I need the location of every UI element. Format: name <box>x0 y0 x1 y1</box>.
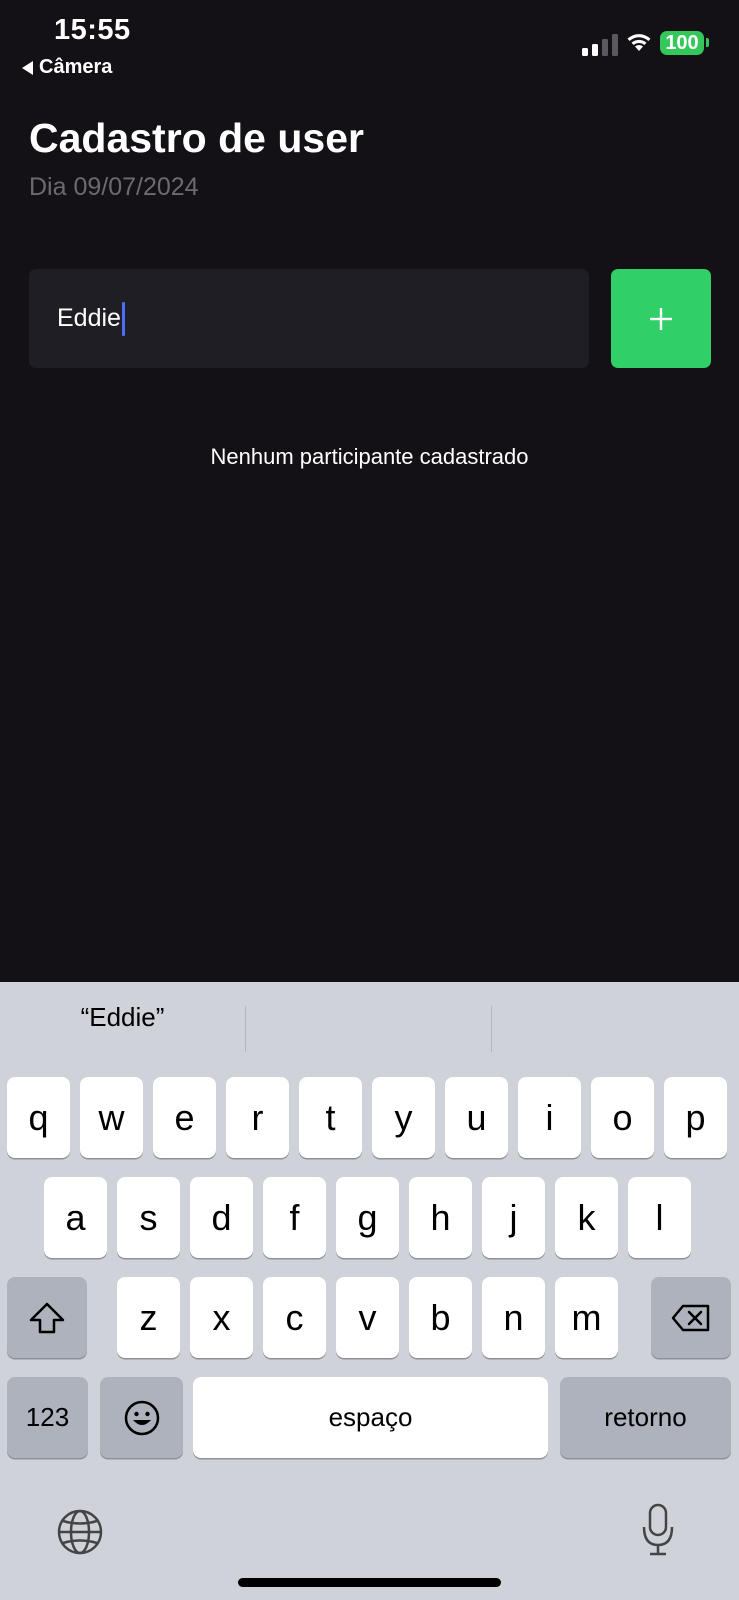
back-to-camera-link[interactable]: Câmera <box>22 56 112 79</box>
space-key[interactable]: espaço <box>193 1377 548 1458</box>
key-k[interactable]: k <box>555 1177 618 1258</box>
key-u[interactable]: u <box>445 1077 508 1158</box>
key-h[interactable]: h <box>409 1177 472 1258</box>
backspace-key[interactable] <box>651 1277 731 1358</box>
add-participant-button[interactable] <box>611 269 711 368</box>
return-key[interactable]: retorno <box>560 1377 731 1458</box>
key-g[interactable]: g <box>336 1177 399 1258</box>
shift-icon <box>29 1302 65 1333</box>
back-label: Câmera <box>39 56 113 78</box>
back-arrow-icon <box>22 60 33 75</box>
key-c[interactable]: c <box>263 1277 326 1358</box>
battery-indicator: 100 <box>660 31 704 55</box>
participant-name-input[interactable]: Eddie <box>29 269 589 368</box>
key-a[interactable]: a <box>44 1177 107 1258</box>
home-indicator[interactable] <box>238 1578 501 1587</box>
battery-level: 100 <box>665 31 699 54</box>
key-y[interactable]: y <box>372 1077 435 1158</box>
key-s[interactable]: s <box>117 1177 180 1258</box>
key-l[interactable]: l <box>628 1177 691 1258</box>
wifi-icon <box>627 34 651 51</box>
key-p[interactable]: p <box>664 1077 727 1158</box>
text-cursor <box>121 301 125 336</box>
numbers-key[interactable]: 123 <box>7 1377 88 1458</box>
key-f[interactable]: f <box>263 1177 326 1258</box>
status-time: 15:55 <box>54 14 131 46</box>
predictive-bar: “Eddie” <box>0 982 739 1052</box>
key-q[interactable]: q <box>7 1077 70 1158</box>
key-r[interactable]: r <box>226 1077 289 1158</box>
key-n[interactable]: n <box>482 1277 545 1358</box>
key-d[interactable]: d <box>190 1177 253 1258</box>
emoji-icon <box>124 1400 159 1435</box>
plus-icon <box>650 307 672 330</box>
key-v[interactable]: v <box>336 1277 399 1358</box>
shift-key[interactable] <box>7 1277 87 1358</box>
key-o[interactable]: o <box>591 1077 654 1158</box>
keyboard: “Eddie” q w e r t y u i o p a s d f g h … <box>0 982 739 1600</box>
key-x[interactable]: x <box>190 1277 253 1358</box>
suggestion-2[interactable] <box>246 982 491 1052</box>
name-input-value: Eddie <box>57 304 121 332</box>
key-e[interactable]: e <box>153 1077 216 1158</box>
microphone-icon[interactable] <box>640 1502 676 1558</box>
suggestion-1[interactable]: “Eddie” <box>0 982 245 1052</box>
key-j[interactable]: j <box>482 1177 545 1258</box>
emoji-key[interactable] <box>100 1377 183 1458</box>
cellular-signal-icon <box>582 34 618 56</box>
page-date: Dia 09/07/2024 <box>29 173 199 201</box>
empty-list-message: Nenhum participante cadastrado <box>210 444 529 469</box>
status-bar: 15:55 Câmera 100 <box>0 0 739 90</box>
key-i[interactable]: i <box>518 1077 581 1158</box>
suggestion-3[interactable] <box>492 982 737 1052</box>
backspace-icon <box>671 1304 710 1331</box>
key-m[interactable]: m <box>555 1277 618 1358</box>
key-t[interactable]: t <box>299 1077 362 1158</box>
page-title: Cadastro de user <box>29 115 364 161</box>
key-w[interactable]: w <box>80 1077 143 1158</box>
key-b[interactable]: b <box>409 1277 472 1358</box>
key-z[interactable]: z <box>117 1277 180 1358</box>
globe-icon[interactable] <box>56 1508 104 1556</box>
battery-tip <box>706 38 709 47</box>
